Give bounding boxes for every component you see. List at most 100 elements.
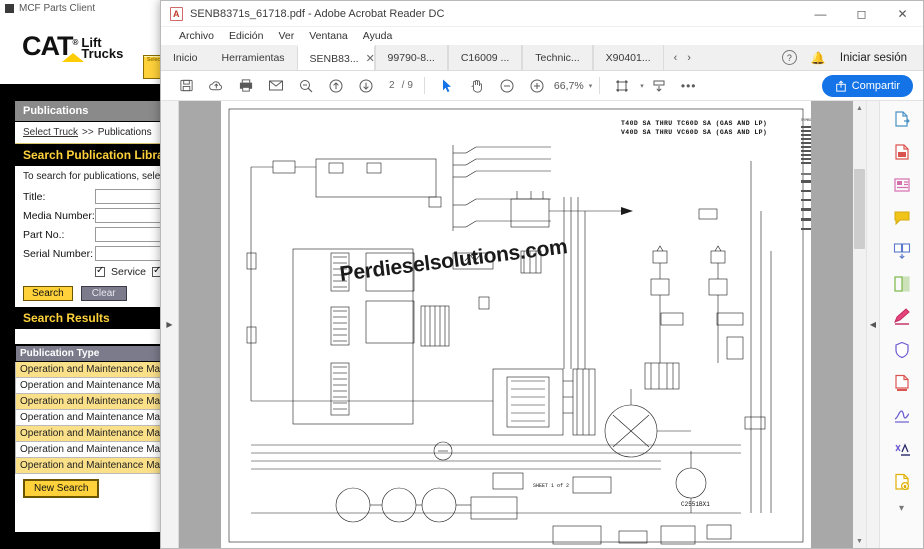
zoom-out-magnifier-icon[interactable] [291, 73, 321, 99]
cell-publication-type: Operation and Maintenance Manual [15, 409, 164, 426]
fill-and-sign-icon[interactable] [890, 305, 914, 329]
tab-inicio[interactable]: Inicio [161, 45, 210, 70]
share-button[interactable]: Compartir [821, 74, 913, 97]
scroll-down-arrow-icon[interactable]: ▼ [853, 534, 866, 548]
zoom-dropdown-caret-icon[interactable]: ▾ [589, 82, 593, 90]
breadcrumb-select-truck-link[interactable]: Select Truck [23, 127, 78, 138]
tab-next-icon[interactable]: › [687, 52, 691, 64]
menu-ver[interactable]: Ver [278, 30, 294, 42]
serial-number-label: Serial Number: [23, 247, 94, 260]
close-button[interactable]: ✕ [882, 1, 923, 27]
combine-files-icon[interactable] [890, 239, 914, 263]
breadcrumb-current: Publications [97, 127, 152, 138]
notification-bell-icon[interactable]: 🔔 [811, 51, 826, 65]
tab-prev-icon[interactable]: ‹ [674, 52, 678, 64]
pdf-page-canvas[interactable]: T40D SA THRU TC60D SA (GAS AND LP) V40D … [221, 101, 811, 548]
cell-publication-type: Operation and Maintenance Manual [15, 361, 164, 378]
email-icon[interactable] [261, 73, 291, 99]
pdf-title-line-1: T40D SA THRU TC60D SA (GAS AND LP) [621, 120, 768, 127]
wiring-schematic-drawing [228, 108, 804, 545]
share-upload-icon [835, 80, 846, 92]
save-icon[interactable] [171, 73, 201, 99]
cat-sublabel: Lift Trucks [81, 35, 124, 61]
print-icon[interactable] [231, 73, 261, 99]
cursor-icon[interactable] [432, 73, 462, 99]
next-page-icon[interactable] [351, 73, 381, 99]
navigation-pane-toggle[interactable]: ▶ [161, 101, 179, 548]
acrobat-titlebar[interactable]: SENB8371s_61718.pdf - Adobe Acrobat Read… [161, 1, 923, 27]
service-checkbox[interactable] [95, 265, 105, 277]
total-pages: 9 [407, 80, 413, 91]
menu-ventana[interactable]: Ventana [309, 30, 348, 42]
password-protect-icon[interactable] [890, 470, 914, 494]
cat-triangle-icon [62, 53, 84, 62]
cell-publication-type: Operation and Maintenance Manual [15, 457, 164, 474]
compare-files-icon[interactable] [890, 272, 914, 296]
create-pdf-icon[interactable] [890, 140, 914, 164]
pdf-drawing-title: T40D SA THRU TC60D SA (GAS AND LP) V40D … [621, 119, 767, 137]
window-controls: — ◻ ✕ [800, 1, 923, 27]
previous-page-icon[interactable] [321, 73, 351, 99]
document-tab-senb83[interactable]: SENB83... ✕ [296, 45, 375, 70]
close-tab-icon[interactable]: ✕ [366, 52, 374, 65]
document-tab-technic[interactable]: Technic... [522, 45, 593, 70]
document-tab-x90401[interactable]: X90401... [592, 45, 664, 70]
cloud-upload-icon[interactable] [201, 73, 231, 99]
fit-page-icon[interactable] [607, 73, 637, 99]
collapse-tools-arrow-icon: ◀ [869, 320, 877, 329]
drawing-number-label: C2551BX1 [681, 501, 710, 508]
cell-publication-type: Operation and Maintenance Manual [15, 377, 164, 394]
adobe-acrobat-reader-window: SENB8371s_61718.pdf - Adobe Acrobat Read… [160, 0, 924, 549]
protect-icon[interactable] [890, 338, 914, 362]
page-scroll-area[interactable]: T40D SA THRU TC60D SA (GAS AND LP) V40D … [179, 101, 853, 548]
clear-button[interactable]: Clear [80, 286, 127, 301]
zoom-out-button[interactable] [492, 73, 522, 99]
sign-in-button[interactable]: Iniciar sesión [840, 52, 907, 64]
maximize-button[interactable]: ◻ [841, 1, 882, 27]
toolbar-separator-2 [599, 77, 601, 94]
menu-archivo[interactable]: Archivo [179, 30, 214, 42]
redact-icon[interactable] [890, 437, 914, 461]
scroll-mode-icon[interactable] [644, 73, 674, 99]
help-icon[interactable]: ? [781, 50, 797, 65]
cell-publication-type: Operation and Maintenance Manual [15, 425, 164, 442]
compress-pdf-icon[interactable] [890, 371, 914, 395]
new-search-button[interactable]: New Search [23, 479, 100, 498]
tools-pane-collapse[interactable]: ◀ [866, 101, 879, 548]
page-separator: / [401, 80, 405, 91]
organize-pages-icon[interactable] [890, 173, 914, 197]
title-label: Title: [23, 190, 46, 203]
cell-publication-type: Operation and Maintenance Manual [15, 441, 164, 458]
page-indicator: 2 / 9 [385, 79, 413, 92]
more-tools-icon[interactable]: ••• [674, 73, 704, 99]
menu-edicion[interactable]: Edición [229, 30, 263, 42]
tab-scroll-arrows: ‹ › [664, 45, 701, 70]
pdf-viewer: ▶ T40D SA THRU TC60D SA (GAS AND LP) V40… [161, 101, 923, 548]
menu-ayuda[interactable]: Ayuda [363, 30, 393, 42]
part-no-label: Part No.: [23, 228, 65, 241]
zoom-in-button[interactable] [522, 73, 552, 99]
more-tools-chevron-icon[interactable]: ▾ [899, 503, 904, 514]
breadcrumb-separator: >> [82, 127, 94, 138]
minimize-button[interactable]: — [800, 1, 841, 27]
sheet-note-label: SHEET 1 of 2 [533, 483, 570, 489]
scrollbar-thumb[interactable] [854, 169, 865, 249]
tools-rail: ▾ [879, 101, 923, 548]
legend-header-symbol: SYMBOL [801, 119, 811, 123]
pdf-file-icon [170, 6, 183, 21]
column-publication-type[interactable]: Publication Type [15, 345, 164, 362]
document-tab-c16009[interactable]: C16009 ... [447, 45, 523, 70]
tab-herramientas[interactable]: Herramientas [210, 45, 297, 70]
document-tab-label: SENB83... [309, 52, 359, 65]
zoom-level-value[interactable]: 66,7% [554, 80, 584, 92]
document-tab-99790[interactable]: 99790-8... [374, 45, 448, 70]
comment-icon[interactable] [890, 206, 914, 230]
pdf-title-line-2: V40D SA THRU VC60D SA (GAS AND LP) [621, 129, 768, 136]
search-button[interactable]: Search [23, 286, 73, 301]
vertical-scrollbar[interactable]: ▲ ▼ [853, 101, 866, 548]
scroll-up-arrow-icon[interactable]: ▲ [853, 101, 866, 115]
current-page-field[interactable]: 2 [385, 79, 399, 92]
request-signatures-icon[interactable] [890, 404, 914, 428]
hand-icon[interactable] [462, 73, 492, 99]
export-pdf-icon[interactable] [890, 107, 914, 131]
